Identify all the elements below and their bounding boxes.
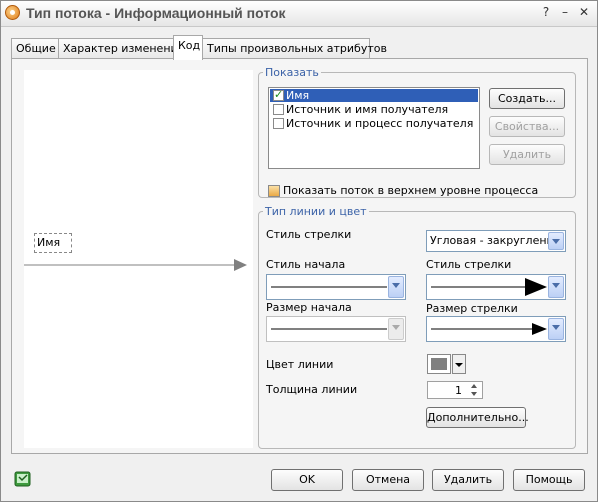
show-top-level-label: Показать поток в верхнем уровне процесса <box>283 184 539 197</box>
list-item-source-receiver-name[interactable]: Источник и имя получателя <box>270 103 478 116</box>
start-size-label: Размер начала <box>266 301 352 314</box>
chevron-down-icon[interactable] <box>548 232 564 250</box>
tab-change-type[interactable]: Характер изменения <box>58 38 184 59</box>
end-size-select[interactable] <box>426 316 566 342</box>
show-group-legend: Показать <box>265 66 319 79</box>
end-style-label: Стиль стрелки <box>426 258 512 271</box>
tab-code[interactable]: Код <box>173 35 203 60</box>
minimize-icon[interactable]: – <box>557 5 573 21</box>
delete-button[interactable]: Удалить <box>432 469 504 491</box>
arrow-style-label: Стиль стрелки <box>266 228 352 241</box>
line-width-value: 1 <box>455 384 462 397</box>
line-preview-icon <box>271 328 387 330</box>
show-group: Показать Имя Источник и имя получателя И… <box>258 66 576 198</box>
color-dropdown-button[interactable] <box>452 354 466 374</box>
line-type-group: Тип линии и цвет Стиль стрелки Угловая -… <box>258 205 576 449</box>
help-title-icon[interactable]: ? <box>538 5 554 21</box>
delete-option-button[interactable]: Удалить <box>489 144 565 165</box>
end-style-select[interactable] <box>426 274 566 300</box>
line-width-spinner[interactable]: 1 <box>427 381 483 399</box>
title-bar[interactable]: Тип потока - Информационный поток ? – ✕ <box>1 1 597 27</box>
chevron-down-icon[interactable] <box>388 318 404 340</box>
line-width-label: Толщина линии <box>266 383 358 396</box>
chevron-down-icon[interactable] <box>548 318 564 340</box>
checkbox-source-receiver-process[interactable] <box>273 118 284 129</box>
checkbox-name[interactable] <box>273 88 284 101</box>
flow-arrow <box>24 259 247 271</box>
dialog-window: Тип потока - Информационный поток ? – ✕ … <box>0 0 598 502</box>
tab-general[interactable]: Общие <box>11 38 59 59</box>
app-icon <box>5 5 20 20</box>
list-item-source-receiver-process[interactable]: Источник и процесс получателя <box>270 117 478 130</box>
start-size-select[interactable] <box>266 316 406 342</box>
advanced-button[interactable]: Дополнительно... <box>426 407 529 428</box>
arrowhead-preview-icon <box>431 278 547 296</box>
close-icon[interactable]: ✕ <box>576 5 592 21</box>
window-title: Тип потока - Информационный поток <box>26 5 286 21</box>
line-group-legend: Тип линии и цвет <box>265 205 367 218</box>
end-size-label: Размер стрелки <box>426 302 518 315</box>
properties-button[interactable]: Свойства... <box>489 116 565 137</box>
start-style-select[interactable] <box>266 274 406 300</box>
checkbox-source-receiver-name[interactable] <box>273 104 284 115</box>
flow-name-label: Имя <box>34 233 72 253</box>
tab-panel: Имя Показать Имя Источник и имя получате… <box>11 58 588 454</box>
chevron-down-icon[interactable] <box>548 276 564 298</box>
line-color-swatch[interactable] <box>427 354 451 374</box>
arrow-style-select[interactable]: Угловая - закругленна <box>426 230 566 252</box>
list-item-name[interactable]: Имя <box>270 88 478 102</box>
show-top-level-checkbox[interactable] <box>268 185 280 197</box>
start-style-label: Стиль начала <box>266 258 346 271</box>
spin-up-icon[interactable] <box>469 383 481 390</box>
spin-down-icon[interactable] <box>469 390 481 397</box>
help-book-icon[interactable] <box>13 469 33 489</box>
display-options-list[interactable]: Имя Источник и имя получателя Источник и… <box>268 87 480 169</box>
preview-canvas: Имя <box>24 70 253 448</box>
cancel-button[interactable]: Отмена <box>352 469 424 491</box>
ok-button[interactable]: OK <box>271 469 343 491</box>
chevron-down-icon[interactable] <box>388 276 404 298</box>
help-button[interactable]: Помощь <box>513 469 585 491</box>
create-button[interactable]: Создать... <box>489 88 565 109</box>
line-preview-icon <box>271 286 387 288</box>
tab-custom-attributes[interactable]: Типы произвольных атрибутов <box>202 38 387 59</box>
line-color-label: Цвет линии <box>266 358 334 371</box>
arrowhead-preview-icon <box>431 323 547 335</box>
